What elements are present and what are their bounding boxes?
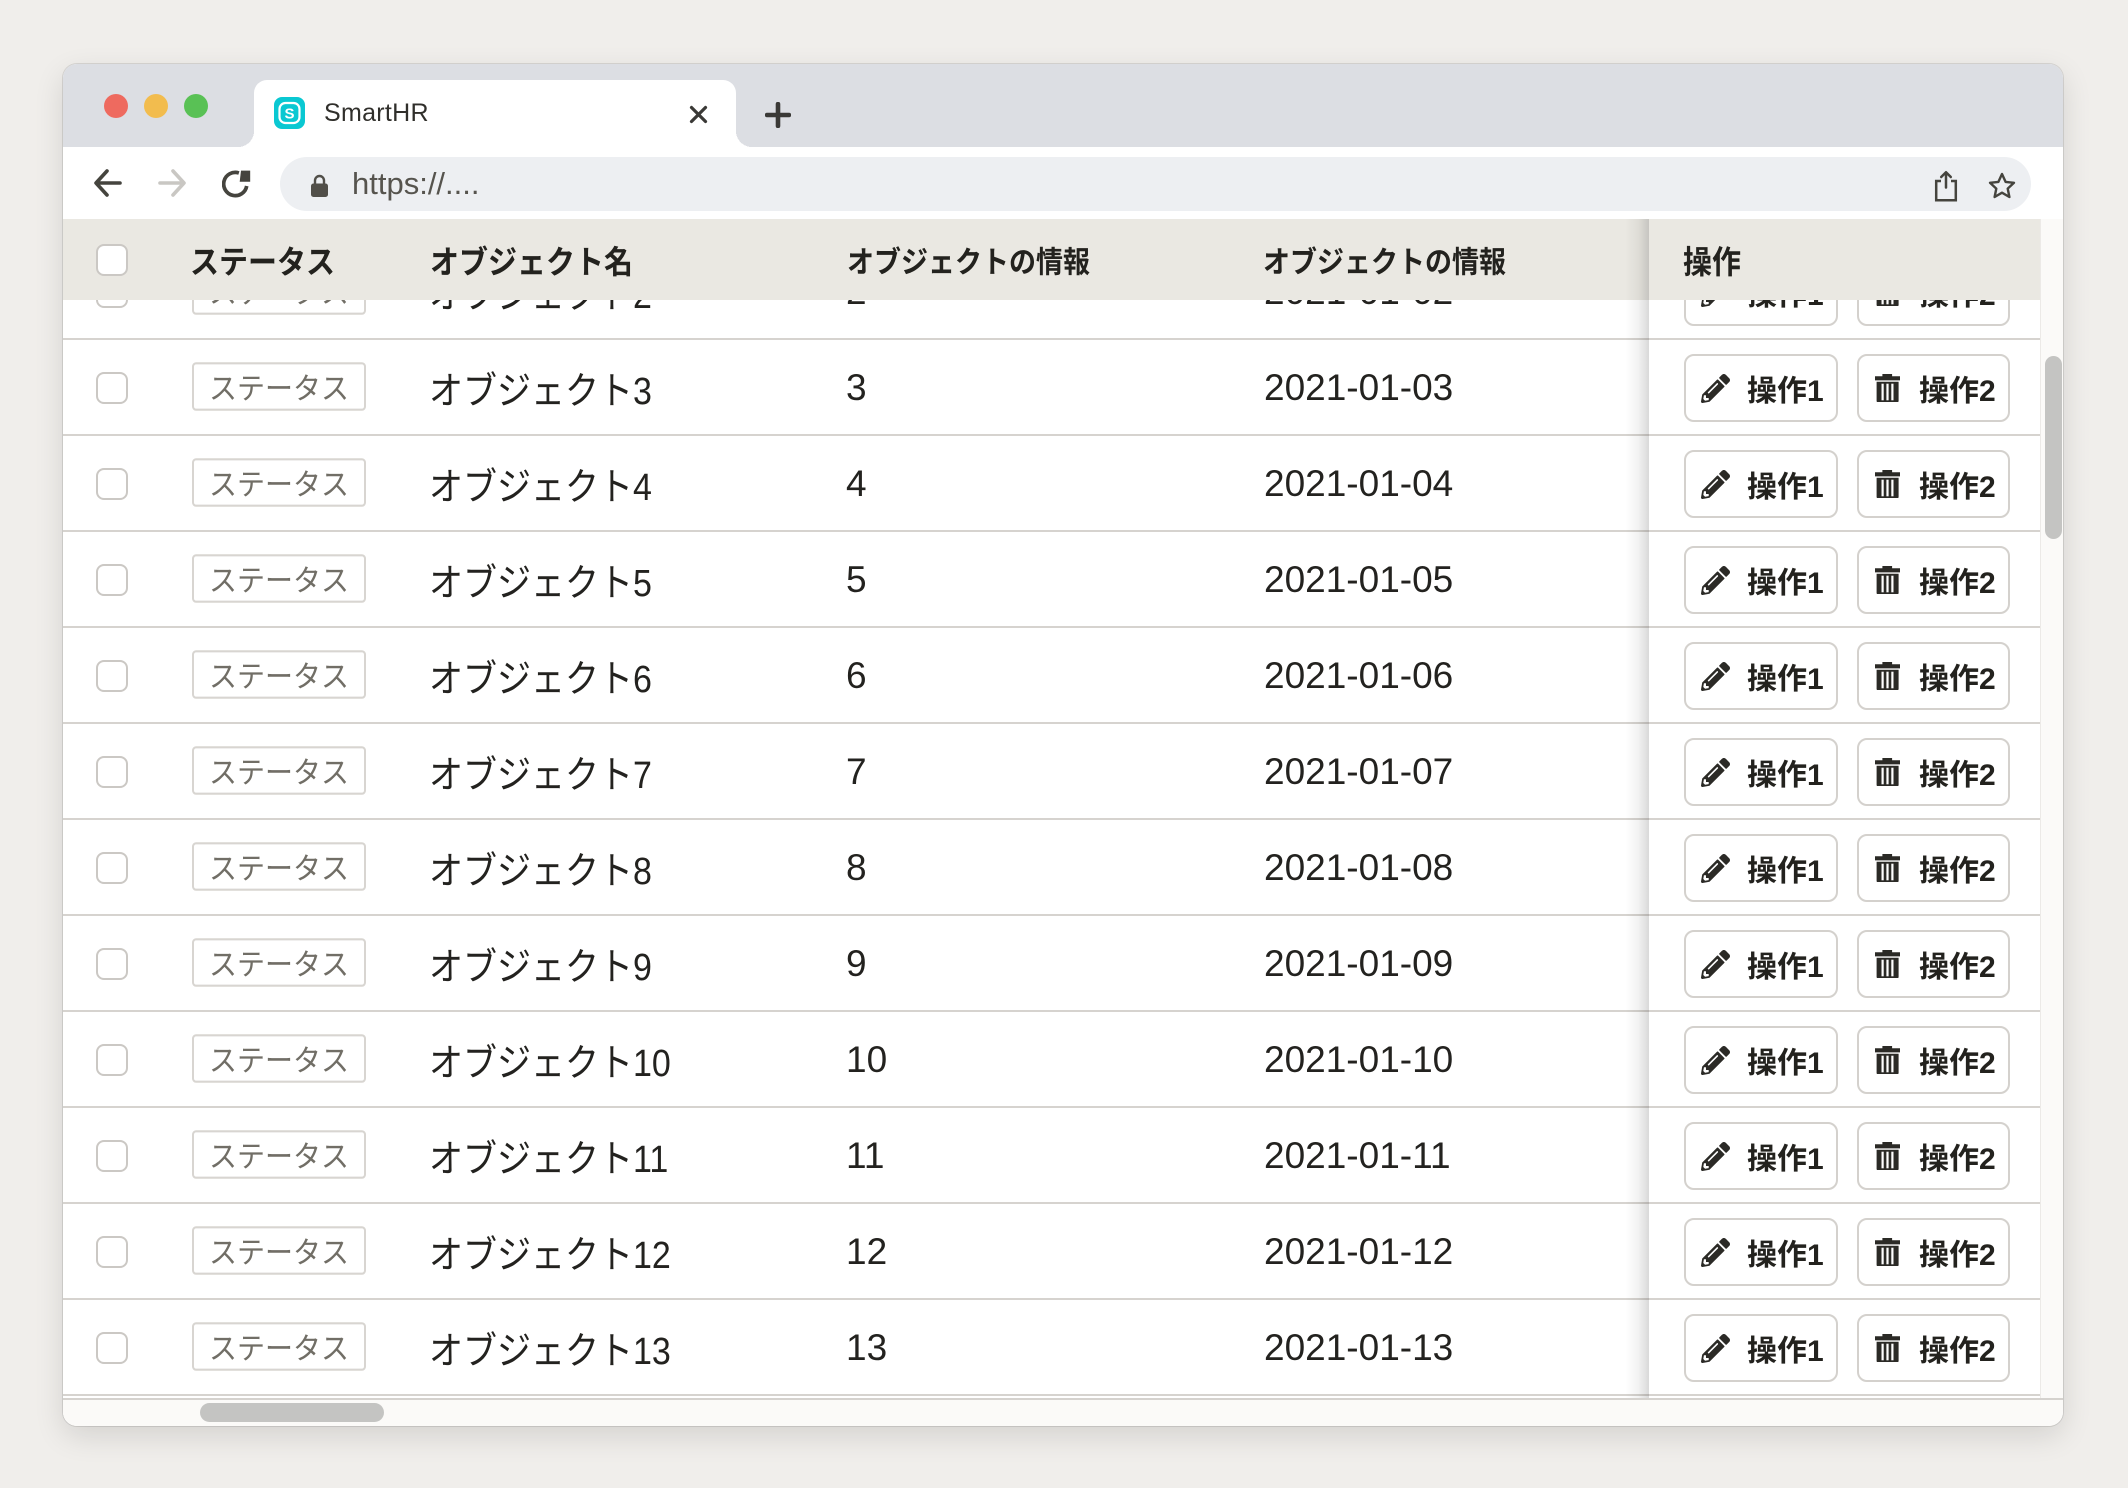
svg-text:S: S	[284, 106, 294, 123]
